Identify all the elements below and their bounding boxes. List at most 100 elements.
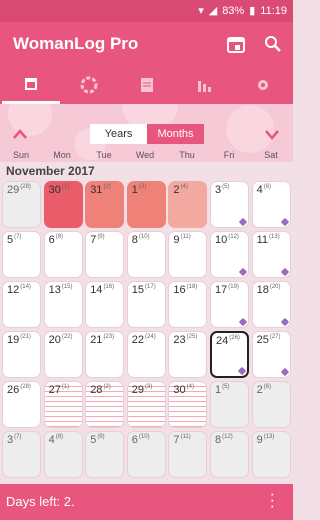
- calendar-day[interactable]: 23(25): [168, 331, 208, 378]
- calendar-day[interactable]: 7(9): [85, 231, 125, 278]
- calendar-day[interactable]: 6(10): [126, 431, 166, 478]
- ovulation-leaf-icon: [280, 367, 289, 377]
- calendar-day[interactable]: 29(28): [2, 181, 41, 228]
- tab-cycle[interactable]: [60, 66, 118, 104]
- cycle-day: (7): [14, 434, 22, 441]
- calendar-day[interactable]: 22(24): [126, 331, 166, 378]
- cycle-day: (1): [61, 184, 70, 191]
- calendar-day[interactable]: 19(21): [2, 331, 41, 378]
- day-number: 5(9): [90, 434, 105, 446]
- cycle-day: (1): [61, 384, 70, 391]
- cycle-day: (10): [138, 234, 150, 241]
- calendar-day[interactable]: 21(23): [85, 331, 125, 378]
- calendar-day[interactable]: 3(7): [2, 431, 41, 478]
- calendar-day[interactable]: 15(17): [126, 281, 166, 328]
- next-month-icon[interactable]: [262, 124, 282, 144]
- day-number: 6(10): [131, 434, 150, 446]
- day-number: 8(10): [131, 234, 150, 246]
- dow-thu: Thu: [179, 150, 195, 160]
- calendar-day[interactable]: 25(27): [251, 331, 291, 378]
- day-number: 12(14): [7, 284, 31, 296]
- calendar-day[interactable]: 14(16): [85, 281, 125, 328]
- calendar-day[interactable]: 8(10): [126, 231, 166, 278]
- calendar-day[interactable]: 30(1): [43, 181, 83, 228]
- dow-fri: Fri: [223, 150, 235, 160]
- battery-icon: ▮: [249, 5, 256, 17]
- month-title: November 2017: [6, 164, 95, 178]
- cycle-day: (4): [180, 184, 188, 191]
- day-number: 29(3): [131, 384, 153, 396]
- cycle-day: (20): [269, 284, 281, 291]
- calendar-day[interactable]: 4(8): [43, 431, 83, 478]
- day-number: 2(6): [256, 384, 272, 396]
- dow-wed: Wed: [135, 150, 155, 160]
- calendar-day[interactable]: 26(28): [2, 381, 41, 428]
- day-number: 17(19): [215, 284, 239, 296]
- calendar-day[interactable]: 13(15): [43, 281, 83, 328]
- prev-month-icon[interactable]: [10, 124, 30, 144]
- cycle-day: (11): [180, 234, 191, 241]
- app-bar: WomanLog Pro: [0, 22, 293, 66]
- calendar-day[interactable]: 5(9): [85, 431, 125, 478]
- cycle-day: (21): [20, 334, 31, 341]
- calendar-day[interactable]: 8(12): [210, 431, 249, 478]
- wifi-icon: ▾: [198, 5, 204, 17]
- tab-notes[interactable]: [118, 66, 176, 104]
- calendar-day[interactable]: 9(13): [251, 431, 291, 478]
- calendar-day[interactable]: 5(7): [2, 231, 41, 278]
- cycle-day: (27): [269, 334, 281, 341]
- calendar-day[interactable]: 24(26): [210, 331, 249, 378]
- calendar-day[interactable]: 7(11): [168, 431, 208, 478]
- cycle-day: (8): [55, 234, 64, 241]
- day-number: 24(26): [216, 335, 240, 347]
- calendar-day[interactable]: 4(6): [251, 181, 291, 228]
- calendar-today-icon[interactable]: [225, 33, 247, 55]
- tab-settings[interactable]: [234, 66, 292, 104]
- calendar-day[interactable]: 17(19): [210, 281, 249, 328]
- calendar-day[interactable]: 12(14): [2, 281, 41, 328]
- view-toggle: Years Months: [90, 124, 204, 144]
- calendar-day[interactable]: 1(5): [210, 381, 249, 428]
- months-button[interactable]: Months: [147, 124, 204, 144]
- day-number: 10(12): [215, 234, 239, 246]
- calendar-day[interactable]: 6(8): [43, 231, 83, 278]
- calendar-day[interactable]: 18(20): [251, 281, 291, 328]
- day-number: 13(15): [48, 284, 73, 296]
- cycle-day: (10): [138, 434, 150, 441]
- status-bar: ▾ ◢ 83% ▮ 11:19: [0, 0, 293, 22]
- day-number: 27(1): [48, 384, 70, 396]
- calendar-day[interactable]: 31(2): [85, 181, 125, 228]
- tab-calendar[interactable]: [2, 66, 60, 104]
- cycle-day: (9): [97, 234, 105, 241]
- cycle-day: (12): [228, 234, 239, 241]
- cycle-day: (28): [20, 184, 31, 191]
- day-number: 19(21): [7, 334, 31, 346]
- calendar-day[interactable]: 27(1): [43, 381, 83, 428]
- calendar-day[interactable]: 3(5): [210, 181, 249, 228]
- search-icon[interactable]: [262, 33, 284, 55]
- tab-bar: [0, 66, 293, 104]
- calendar-day[interactable]: 28(2): [85, 381, 125, 428]
- calendar-day[interactable]: 2(4): [168, 181, 208, 228]
- cycle-day: (11): [180, 434, 191, 441]
- years-button[interactable]: Years: [90, 124, 147, 144]
- day-number: 25(27): [256, 334, 281, 346]
- calendar-day[interactable]: 29(3): [126, 381, 166, 428]
- cycle-day: (25): [186, 334, 198, 341]
- calendar-day[interactable]: 11(13): [251, 231, 291, 278]
- day-number: 6(8): [48, 234, 64, 246]
- cycle-day: (6): [263, 384, 272, 391]
- day-number: 26(28): [7, 384, 31, 396]
- calendar-day[interactable]: 30(4): [168, 381, 208, 428]
- calendar-day[interactable]: 9(11): [168, 231, 208, 278]
- document-icon: [141, 78, 153, 92]
- calendar-day[interactable]: 1(3): [126, 181, 166, 228]
- calendar-day[interactable]: 20(22): [43, 331, 83, 378]
- more-icon[interactable]: · · ·: [270, 487, 275, 515]
- calendar-day[interactable]: 16(18): [168, 281, 208, 328]
- calendar-day[interactable]: 10(12): [210, 231, 249, 278]
- bar-chart-icon: [198, 81, 211, 92]
- calendar-day[interactable]: 2(6): [251, 381, 291, 428]
- day-number: 1(3): [131, 184, 147, 196]
- tab-charts[interactable]: [176, 66, 234, 104]
